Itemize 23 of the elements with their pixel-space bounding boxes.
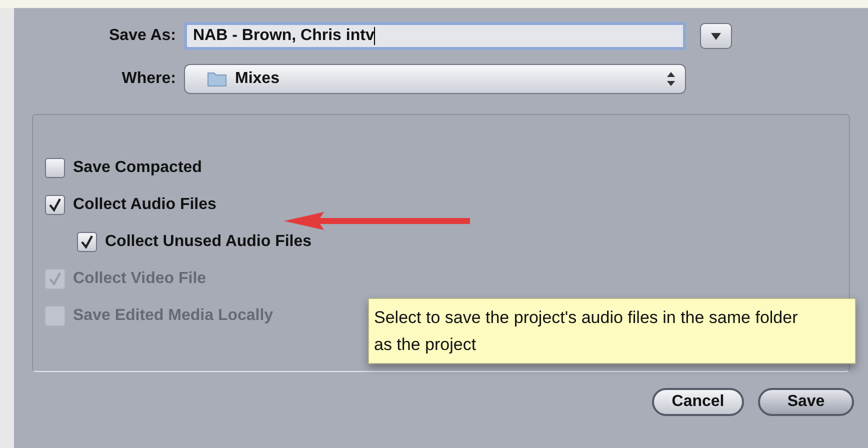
caret-icon (711, 32, 721, 40)
checkmark-icon (48, 198, 62, 212)
checkmark-icon (48, 272, 62, 286)
checkbox[interactable] (45, 158, 65, 178)
option-label: Collect Video File (73, 269, 206, 289)
option-label: Collect Unused Audio Files (105, 232, 312, 252)
tooltip: Select to save the project's audio files in the same folder as the project (368, 298, 856, 364)
folder-icon (207, 71, 227, 87)
option-label: Save Edited Media Locally (73, 306, 274, 326)
save-button[interactable]: Save (758, 388, 854, 416)
checkmark-icon (80, 235, 94, 249)
arrow-icon (284, 211, 472, 231)
location-popup[interactable]: Mixes (184, 64, 686, 94)
expand-button[interactable] (700, 23, 732, 49)
checkbox[interactable] (77, 232, 97, 252)
field-label: Save As: (108, 26, 177, 46)
field-label: Where: (120, 69, 177, 89)
cancel-button[interactable]: Cancel (652, 388, 744, 416)
option-label: Collect Audio Files (73, 195, 216, 215)
stepper-icon (667, 72, 675, 86)
checkbox[interactable] (45, 195, 65, 215)
filename-field[interactable]: NAB - Brown, Chris intv (184, 22, 686, 50)
option-label: Save Compacted (73, 158, 202, 178)
